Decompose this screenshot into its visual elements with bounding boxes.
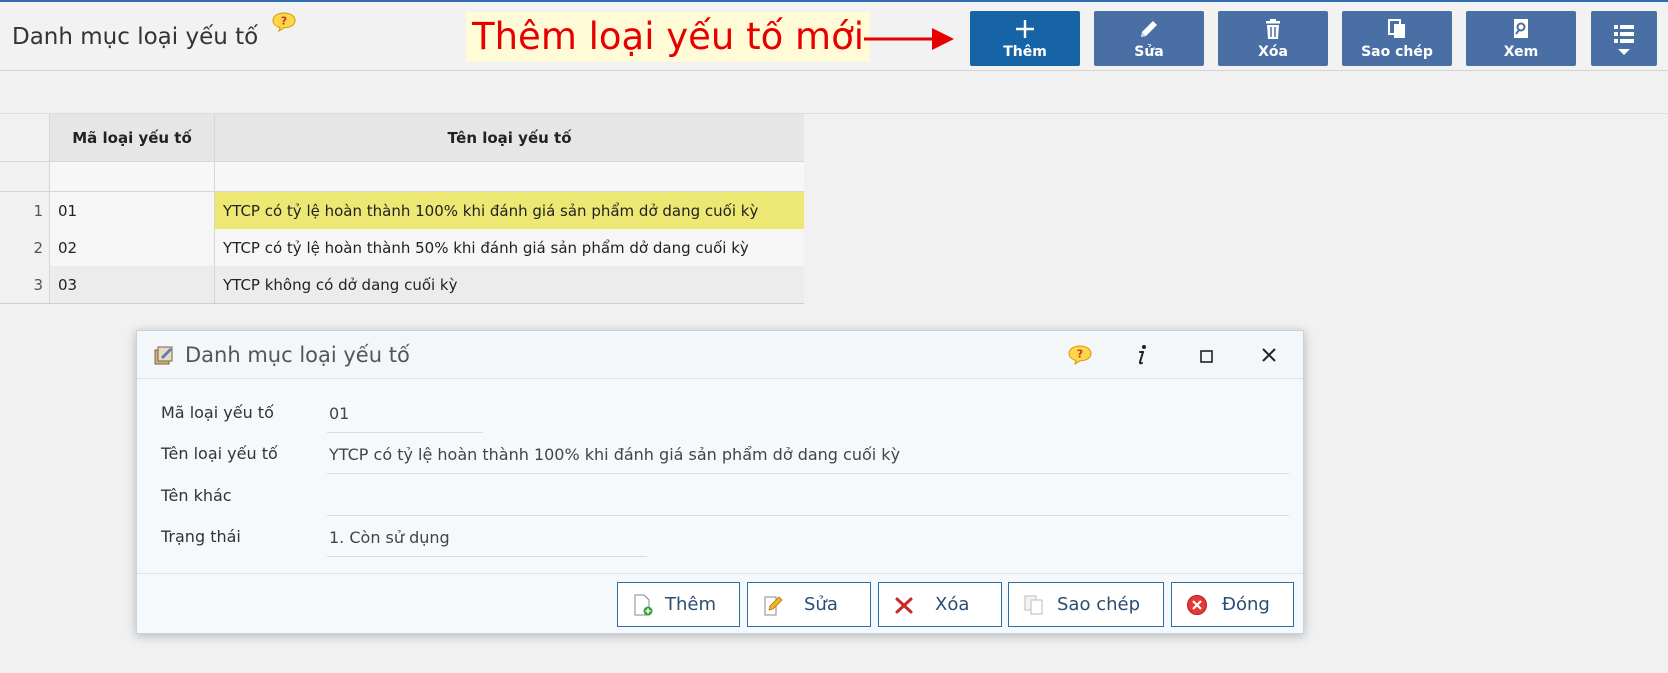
filter-row-spacer — [0, 162, 50, 192]
svg-text:?: ? — [281, 15, 287, 28]
cell-name[interactable]: YTCP không có dở dang cuối kỳ — [215, 266, 804, 303]
label-other-name: Tên khác — [161, 486, 232, 505]
help-bubble-icon: ? — [1068, 345, 1092, 366]
page-header: Danh mục loại yếu tố ? Thêm loại yếu tố … — [0, 2, 1668, 71]
label-name: Tên loại yếu tố — [161, 444, 278, 463]
trash-icon — [1266, 19, 1280, 39]
grid-body: 1 01 YTCP có tỷ lệ hoàn thành 100% khi đ… — [0, 192, 804, 303]
cell-code[interactable]: 01 — [50, 192, 215, 229]
grid-header-row: Mã loại yếu tố Tên loại yếu tố — [0, 114, 804, 162]
close-icon — [1262, 348, 1276, 362]
table-row[interactable]: 2 02 YTCP có tỷ lệ hoàn thành 50% khi đá… — [0, 229, 804, 266]
dialog-edit-label: Sửa — [804, 594, 838, 615]
copy-icon — [1388, 19, 1405, 38]
toolbar-add-button[interactable]: Thêm — [970, 11, 1080, 66]
dialog-divider — [137, 573, 1303, 574]
list-menu-icon — [1614, 25, 1634, 43]
copy-doc-icon — [1024, 595, 1043, 615]
label-code: Mã loại yếu tố — [161, 403, 274, 422]
field-other-name[interactable] — [327, 484, 1289, 516]
dialog-copy-label: Sao chép — [1057, 594, 1140, 615]
column-header-name[interactable]: Tên loại yếu tố — [215, 114, 804, 162]
help-bubble-icon[interactable]: ? — [272, 12, 296, 33]
grid-filter-row — [0, 162, 804, 192]
row-number-header — [0, 114, 50, 162]
page-title: Danh mục loại yếu tố — [12, 24, 259, 50]
cell-name[interactable]: YTCP có tỷ lệ hoàn thành 100% khi đánh g… — [215, 192, 804, 229]
plus-icon — [1016, 20, 1034, 38]
dialog-titlebar[interactable]: Danh mục loại yếu tố ? — [137, 331, 1303, 379]
row-number: 3 — [0, 266, 50, 303]
toolbar-add-label: Thêm — [1003, 44, 1047, 60]
dialog-add-label: Thêm — [665, 594, 717, 615]
filter-input-name[interactable] — [215, 162, 804, 192]
edit-doc-icon — [764, 596, 783, 616]
dialog-delete-button[interactable]: Xóa — [878, 582, 1002, 627]
dialog-edit-button[interactable]: Sửa — [747, 582, 871, 627]
field-status[interactable]: 1. Còn sử dụng — [327, 525, 647, 557]
label-status: Trạng thái — [161, 527, 241, 546]
dialog-info-button[interactable] — [1127, 341, 1157, 369]
row-number: 1 — [0, 192, 50, 229]
maximize-icon — [1200, 350, 1213, 363]
dialog-close-button[interactable] — [1254, 341, 1284, 369]
toolbar-view-label: Xem — [1503, 44, 1539, 60]
column-header-code[interactable]: Mã loại yếu tố — [50, 114, 215, 162]
dialog-close-action-button[interactable]: Đóng — [1171, 582, 1294, 627]
field-name[interactable]: YTCP có tỷ lệ hoàn thành 100% khi đánh g… — [327, 442, 1289, 474]
svg-text:?: ? — [1077, 348, 1083, 361]
toolbar-edit-label: Sửa — [1134, 44, 1164, 60]
row-number: 2 — [0, 229, 50, 266]
add-new-callout: Thêm loại yếu tố mới — [466, 12, 870, 62]
x-mark-icon — [895, 597, 913, 614]
dialog-help-button[interactable]: ? — [1065, 341, 1095, 369]
toolbar-delete-label: Xóa — [1258, 44, 1288, 60]
data-grid: Mã loại yếu tố Tên loại yếu tố 1 01 YTCP… — [0, 114, 804, 304]
dialog-close-label: Đóng — [1222, 594, 1270, 615]
dialog-add-button[interactable]: Thêm — [617, 582, 740, 627]
table-row[interactable]: 1 01 YTCP có tỷ lệ hoàn thành 100% khi đ… — [0, 192, 804, 229]
detail-dialog: Danh mục loại yếu tố ? Mã loại yếu tố 01… — [136, 330, 1304, 634]
cell-code[interactable]: 02 — [50, 229, 215, 266]
cell-code[interactable]: 03 — [50, 266, 215, 303]
dialog-delete-label: Xóa — [935, 594, 970, 615]
close-circle-icon — [1187, 595, 1207, 615]
chevron-down-icon — [1618, 49, 1630, 55]
view-icon — [1514, 19, 1528, 38]
field-code[interactable]: 01 — [327, 401, 483, 433]
dialog-app-icon — [154, 346, 173, 365]
toolbar-copy-button[interactable]: Sao chép — [1342, 11, 1452, 66]
toolbar-view-button[interactable]: Xem — [1466, 11, 1576, 66]
cell-name[interactable]: YTCP có tỷ lệ hoàn thành 50% khi đánh gi… — [215, 229, 804, 266]
add-doc-icon — [634, 594, 653, 616]
toolbar-copy-label: Sao chép — [1361, 44, 1433, 60]
pencil-icon — [1141, 21, 1157, 37]
dialog-maximize-button[interactable] — [1191, 341, 1221, 369]
dialog-copy-button[interactable]: Sao chép — [1008, 582, 1164, 627]
toolbar-more-button[interactable] — [1591, 11, 1657, 66]
arrow-right-icon — [864, 28, 954, 50]
dialog-title: Danh mục loại yếu tố — [185, 343, 410, 367]
filter-input-code[interactable] — [50, 162, 215, 192]
toolbar-delete-button[interactable]: Xóa — [1218, 11, 1328, 66]
filter-bar — [0, 72, 1668, 114]
info-icon — [1138, 345, 1146, 365]
table-row[interactable]: 3 03 YTCP không có dở dang cuối kỳ — [0, 266, 804, 303]
toolbar-edit-button[interactable]: Sửa — [1094, 11, 1204, 66]
